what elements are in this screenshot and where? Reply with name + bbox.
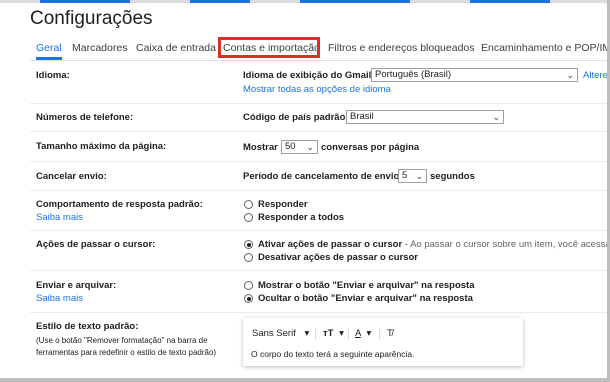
text-style-sample: O corpo do texto terá a seguinte aparênc…: [251, 349, 415, 359]
top-strip: [0, 0, 610, 3]
bottom-border: [0, 378, 610, 382]
text-style-note-line2: ferramentas para redefinir o estilo de t…: [36, 348, 217, 357]
row-divider: [30, 230, 610, 231]
display-language-value: Português (Brasil): [375, 69, 452, 80]
undo-send-label: Cancelar envio:: [36, 171, 107, 182]
undo-send-select[interactable]: 5 ⌄: [398, 169, 427, 183]
hover-on-text: Ativar ações de passar o cursor: [258, 239, 403, 250]
font-size-dropdown[interactable]: тT ▾: [323, 328, 344, 339]
font-family-value: Sans Serif: [252, 328, 296, 339]
country-code-select[interactable]: Brasil ⌄: [346, 110, 504, 124]
reply-learn-more-link[interactable]: Saiba mais: [36, 212, 83, 223]
radio-reply-label[interactable]: Responder: [258, 199, 308, 210]
display-language-select[interactable]: Português (Brasil) ⌄: [371, 68, 578, 82]
radio-reply-all-label[interactable]: Responder a todos: [258, 212, 344, 223]
toolbar-divider: [379, 328, 380, 340]
text-color-icon: A: [355, 328, 361, 339]
row-divider: [30, 103, 610, 104]
radio-hide-send-archive[interactable]: [244, 294, 253, 303]
country-code-label: Código de país padrão:: [243, 112, 349, 123]
page-size-suffix: conversas por página: [321, 142, 420, 153]
row-divider: [30, 131, 610, 132]
highlight-box: [218, 37, 320, 58]
remove-formatting-icon[interactable]: T̸: [387, 328, 393, 339]
language-label: Idioma:: [36, 70, 70, 81]
send-archive-label: Enviar e arquivar:: [36, 280, 117, 291]
hover-actions-label: Ações de passar o cursor:: [36, 239, 156, 250]
radio-hover-on[interactable]: [244, 240, 253, 249]
page-size-prefix: Mostrar: [243, 142, 278, 153]
radio-hover-off[interactable]: [244, 253, 253, 262]
show-all-languages-link[interactable]: Mostrar todas as opções de idioma: [243, 84, 391, 95]
row-divider: [30, 190, 610, 191]
toolbar-divider: [348, 328, 349, 340]
chevron-down-icon: ⌄: [566, 70, 574, 80]
page-size-select[interactable]: 50 ⌄: [281, 140, 318, 154]
tabs-divider: [30, 60, 610, 61]
phone-label: Números de telefone:: [36, 112, 134, 123]
text-size-icon: тT: [323, 328, 334, 339]
page-size-value: 50: [285, 141, 296, 152]
settings-screen: Configurações Geral Marcadores Caixa de …: [0, 0, 610, 382]
radio-reply-all[interactable]: [244, 213, 253, 222]
tab-forwarding-pop-imap[interactable]: Encaminhamento e POP/IMA: [481, 40, 610, 56]
chevron-down-icon: ▾: [339, 328, 344, 339]
chevron-down-icon: ⌄: [492, 112, 500, 122]
tab-filters-blocked[interactable]: Filtros e endereços bloqueados: [328, 40, 475, 56]
tab-inbox[interactable]: Caixa de entrada: [136, 40, 216, 56]
undo-send-suffix: segundos: [430, 171, 475, 182]
reply-default-label: Comportamento de resposta padrão:: [36, 199, 203, 210]
chevron-down-icon: ⌄: [306, 142, 314, 152]
tab-general[interactable]: Geral: [36, 40, 62, 56]
country-code-value: Brasil: [350, 111, 374, 122]
tab-labels[interactable]: Marcadores: [72, 40, 127, 56]
page-size-label: Tamanho máximo da página:: [36, 141, 167, 152]
text-style-note-line1: (Use o botão "Remover formatação" na bar…: [36, 336, 208, 345]
hover-on-description: - Ao passar o cursor sobre um item, você…: [402, 239, 610, 250]
toolbar-divider: [315, 328, 316, 340]
chevron-down-icon: ⌄: [415, 171, 423, 181]
text-style-label: Estilo de texto padrão:: [36, 321, 139, 332]
page-title: Configurações: [30, 8, 153, 29]
radio-hide-send-archive-label[interactable]: Ocultar o botão "Enviar e arquivar" na r…: [258, 293, 473, 304]
undo-send-value: 5: [402, 170, 408, 181]
row-divider: [30, 270, 610, 271]
radio-show-send-archive[interactable]: [244, 281, 253, 290]
text-color-dropdown[interactable]: A ▾: [355, 328, 371, 339]
chevron-down-icon: ▾: [304, 328, 310, 339]
text-style-editor: Sans Serif ▾ тT ▾ A ▾ T̸ O corpo do text…: [243, 318, 523, 366]
chevron-down-icon: ▾: [366, 328, 372, 339]
change-language-link[interactable]: Altere a: [583, 70, 610, 81]
row-divider: [30, 161, 610, 162]
radio-hover-off-label[interactable]: Desativar ações de passar o cursor: [258, 252, 418, 263]
undo-send-period-label: Período de cancelamento de envio:: [243, 171, 403, 182]
radio-show-send-archive-label[interactable]: Mostrar o botão "Enviar e arquivar" na r…: [258, 280, 475, 291]
send-archive-learn-more-link[interactable]: Saiba mais: [36, 293, 83, 304]
font-family-dropdown[interactable]: Sans Serif ▾: [252, 328, 309, 339]
row-divider: [30, 312, 610, 313]
display-language-label: Idioma de exibição do Gmail:: [243, 70, 375, 81]
radio-reply[interactable]: [244, 200, 253, 209]
radio-hover-on-label[interactable]: Ativar ações de passar o cursor - Ao pas…: [258, 239, 610, 250]
